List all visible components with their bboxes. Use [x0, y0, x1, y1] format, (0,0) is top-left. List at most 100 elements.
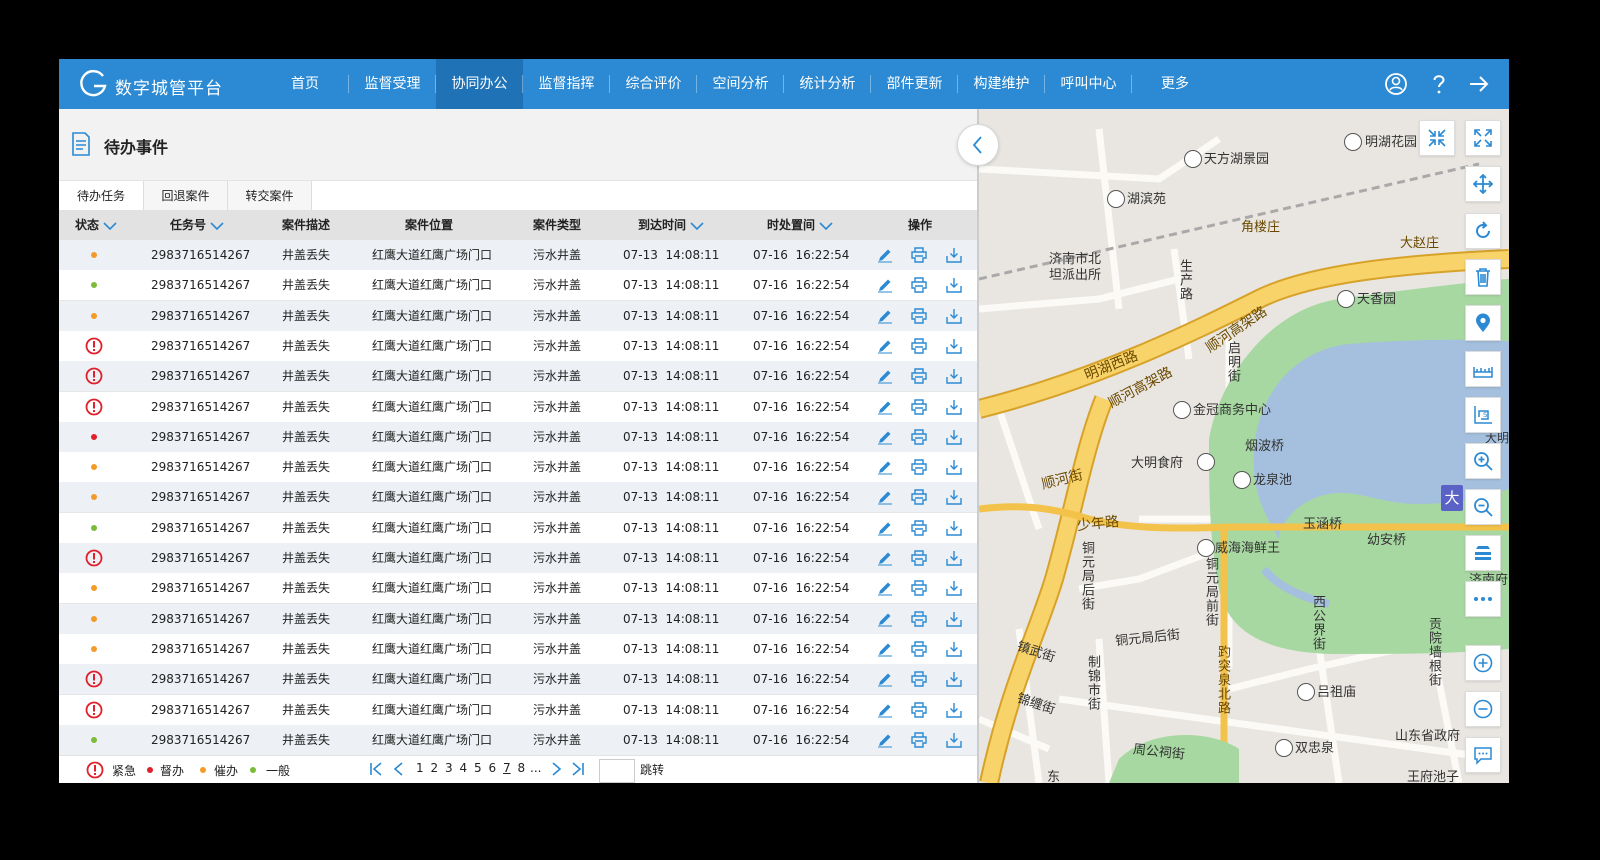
edit-icon[interactable] — [877, 429, 893, 445]
download-icon[interactable] — [946, 277, 962, 293]
print-icon[interactable] — [911, 368, 927, 384]
nav-item-8[interactable]: 构建维护 — [958, 59, 1045, 109]
nav-item-0[interactable]: 首页 — [261, 59, 349, 109]
print-icon[interactable] — [911, 459, 927, 475]
download-icon[interactable] — [946, 550, 962, 566]
print-icon[interactable] — [911, 338, 927, 354]
table-row[interactable]: 2983716514267 井盖丢失 红鹰大道红鹰广场门口 污水井盖 07-13 14:… — [59, 361, 977, 393]
download-icon[interactable] — [946, 429, 962, 445]
print-icon[interactable] — [911, 277, 927, 293]
download-icon[interactable] — [946, 338, 962, 354]
edit-icon[interactable] — [877, 459, 893, 475]
nav-item-1[interactable]: 监督受理 — [349, 59, 436, 109]
col-status[interactable]: 状态 — [75, 210, 117, 240]
table-row[interactable]: 2983716514267 井盖丢失 红鹰大道红鹰广场门口 污水井盖 07-13 14:… — [59, 633, 977, 665]
print-icon[interactable] — [911, 247, 927, 263]
page-jump-input[interactable] — [599, 759, 635, 783]
print-icon[interactable] — [911, 489, 927, 506]
help-icon[interactable] — [1427, 72, 1451, 96]
table-row[interactable]: 2983716514267 井盖丢失 红鹰大道红鹰广场门口 污水井盖 07-13 14:… — [59, 543, 977, 574]
message-button[interactable] — [1465, 737, 1501, 773]
map-view[interactable]: 明湖花园 天方湖景园 湖滨苑 角楼庄 大赵庄 济南市北坦派出所 生产路 天香园 … — [979, 109, 1509, 783]
tab-pending-tasks[interactable]: 待办任务 — [59, 181, 144, 211]
download-icon[interactable] — [946, 671, 962, 687]
table-row[interactable]: 2983716514267 井盖丢失 红鹰大道红鹰广场门口 污水井盖 07-13 14:… — [59, 724, 977, 756]
table-row[interactable]: 2983716514267 井盖丢失 红鹰大道红鹰广场门口 污水井盖 07-13 14:… — [59, 300, 977, 332]
edit-icon[interactable] — [877, 308, 893, 324]
download-icon[interactable] — [946, 368, 962, 384]
edit-icon[interactable] — [877, 702, 893, 718]
download-icon[interactable] — [946, 489, 962, 506]
download-icon[interactable] — [946, 520, 962, 536]
print-icon[interactable] — [911, 398, 927, 415]
edit-icon[interactable] — [877, 641, 893, 657]
last-page-icon[interactable] — [571, 762, 585, 776]
nav-item-10[interactable]: 更多 — [1132, 59, 1218, 109]
page-number[interactable]: 8 — [518, 761, 526, 775]
user-icon[interactable] — [1384, 72, 1408, 96]
table-row[interactable]: 2983716514267 井盖丢失 红鹰大道红鹰广场门口 污水井盖 07-13 14:… — [59, 452, 977, 484]
page-number[interactable]: 3 — [445, 761, 453, 775]
prev-page-icon[interactable] — [392, 762, 406, 776]
table-row[interactable]: 2983716514267 井盖丢失 红鹰大道红鹰广场门口 污水井盖 07-13 14:… — [59, 391, 977, 423]
print-icon[interactable] — [911, 671, 927, 687]
zoom-in-tool-button[interactable] — [1465, 443, 1501, 479]
zoom-out-tool-button[interactable] — [1465, 489, 1501, 525]
table-row[interactable]: 2983716514267 井盖丢失 红鹰大道红鹰广场门口 污水井盖 07-13 14:… — [59, 664, 977, 696]
fullscreen-button[interactable] — [1465, 120, 1501, 156]
locate-button[interactable] — [1465, 305, 1501, 341]
page-number[interactable]: 2 — [431, 761, 439, 775]
print-icon[interactable] — [911, 732, 927, 748]
page-number[interactable]: 7 — [503, 761, 511, 775]
page-number[interactable]: 5 — [474, 761, 482, 775]
nav-item-7[interactable]: 部件更新 — [871, 59, 958, 109]
nav-item-3[interactable]: 监督指挥 — [523, 59, 610, 109]
nav-item-2[interactable]: 协同办公 — [436, 59, 523, 109]
print-icon[interactable] — [911, 641, 927, 657]
measure-area-button[interactable]: S — [1465, 397, 1501, 433]
print-icon[interactable] — [911, 550, 927, 566]
nav-item-6[interactable]: 统计分析 — [784, 59, 871, 109]
col-task-no[interactable]: 任务号 — [170, 210, 224, 240]
download-icon[interactable] — [946, 459, 962, 475]
print-icon[interactable] — [911, 429, 927, 445]
zoom-in-button[interactable] — [1465, 645, 1501, 681]
download-icon[interactable] — [946, 611, 962, 627]
tab-returned-cases[interactable]: 回退案件 — [144, 181, 228, 211]
delete-button[interactable] — [1465, 259, 1501, 295]
print-icon[interactable] — [911, 307, 927, 324]
page-number[interactable]: 6 — [489, 761, 497, 775]
edit-icon[interactable] — [877, 399, 893, 415]
edit-icon[interactable] — [877, 489, 893, 505]
pan-button[interactable] — [1465, 166, 1501, 202]
print-icon[interactable] — [911, 519, 927, 536]
download-icon[interactable] — [946, 399, 962, 415]
table-row[interactable]: 2983716514267 井盖丢失 红鹰大道红鹰广场门口 污水井盖 07-13 14:… — [59, 421, 977, 453]
more-tools-button[interactable] — [1465, 581, 1501, 617]
refresh-button[interactable] — [1465, 213, 1501, 249]
edit-icon[interactable] — [877, 732, 893, 748]
edit-icon[interactable] — [877, 277, 893, 293]
tab-transferred-cases[interactable]: 转交案件 — [228, 181, 312, 211]
table-row[interactable]: 2983716514267 井盖丢失 红鹰大道红鹰广场门口 污水井盖 07-13 14:… — [59, 512, 977, 544]
table-row[interactable]: 2983716514267 井盖丢失 红鹰大道红鹰广场门口 污水井盖 07-13 14:… — [59, 603, 977, 635]
edit-icon[interactable] — [877, 580, 893, 596]
edit-icon[interactable] — [877, 368, 893, 384]
table-row[interactable]: 2983716514267 井盖丢失 红鹰大道红鹰广场门口 污水井盖 07-13 14:… — [59, 694, 977, 726]
page-number[interactable]: 1 — [416, 761, 424, 775]
table-row[interactable]: 2983716514267 井盖丢失 红鹰大道红鹰广场门口 污水井盖 07-13 14:… — [59, 573, 977, 605]
edit-icon[interactable] — [877, 520, 893, 536]
page-number[interactable]: 4 — [460, 761, 468, 775]
print-icon[interactable] — [911, 701, 927, 718]
edit-icon[interactable] — [877, 247, 893, 263]
nav-item-9[interactable]: 呼叫中心 — [1045, 59, 1132, 109]
download-icon[interactable] — [946, 247, 962, 263]
jump-button[interactable]: 跳转 — [640, 761, 664, 778]
collapse-panel-button[interactable] — [957, 124, 999, 166]
edit-icon[interactable] — [877, 611, 893, 627]
edit-icon[interactable] — [877, 338, 893, 354]
next-page-icon[interactable] — [549, 762, 563, 776]
table-row[interactable]: 2983716514267 井盖丢失 红鹰大道红鹰广场门口 污水井盖 07-13 14:… — [59, 270, 977, 302]
print-icon[interactable] — [911, 610, 927, 627]
download-icon[interactable] — [946, 641, 962, 657]
